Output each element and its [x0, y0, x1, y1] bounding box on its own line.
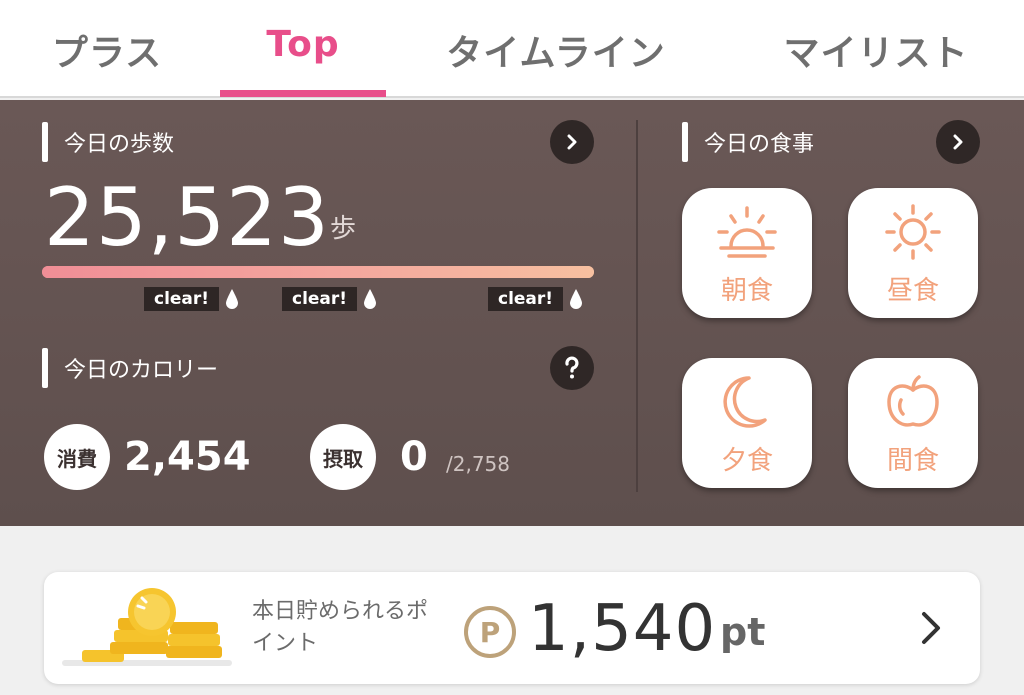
- intake-badge: 摂取: [310, 424, 376, 490]
- intake-value: 0: [400, 434, 428, 480]
- panel-divider: [636, 120, 638, 492]
- meal-lunch-button[interactable]: 昼食: [848, 188, 978, 318]
- calories-section-title: 今日のカロリー: [42, 348, 218, 388]
- calories-help-button[interactable]: [550, 346, 594, 390]
- chevron-right-icon: [953, 134, 963, 150]
- meals-section-title: 今日の食事: [682, 122, 814, 162]
- points-card[interactable]: 本日貯められるポイント P 1,540 pt: [44, 572, 980, 684]
- water-drop-icon: [226, 289, 239, 309]
- question-icon: [565, 356, 579, 379]
- steps-section-title: 今日の歩数: [42, 122, 174, 162]
- milestone-label: clear!: [144, 287, 220, 311]
- points-value: 1,540: [528, 592, 717, 666]
- burned-badge: 消費: [44, 424, 110, 490]
- chevron-right-icon: [567, 134, 577, 150]
- section-marker: [682, 122, 688, 162]
- moon-icon: [723, 376, 767, 428]
- steps-progress-bar: [42, 266, 594, 278]
- intake-target: /2,758: [446, 452, 510, 476]
- steps-title: 今日の歩数: [64, 132, 175, 157]
- chevron-right-icon: [922, 612, 940, 644]
- points-unit: pt: [720, 610, 766, 654]
- meals-title: 今日の食事: [704, 132, 815, 157]
- sun-icon: [885, 204, 941, 260]
- meal-label: 夕食: [720, 446, 773, 476]
- steps-detail-button[interactable]: [550, 120, 594, 164]
- point-symbol: P: [464, 606, 516, 658]
- meal-dinner-button[interactable]: 夕食: [682, 358, 812, 488]
- milestone-1: clear!: [144, 286, 239, 312]
- calories-title: 今日のカロリー: [64, 358, 219, 383]
- tab-top[interactable]: Top: [220, 24, 386, 76]
- meal-label: 間食: [886, 446, 939, 476]
- tab-timeline[interactable]: タイムライン: [418, 24, 694, 76]
- dashboard-panel: 今日の歩数 25,523 歩 clear! clear! clear! 今日のカ…: [0, 100, 1024, 526]
- milestone-label: clear!: [488, 287, 564, 311]
- points-label: 本日貯められるポイント: [252, 599, 429, 656]
- sunrise-icon: [717, 206, 777, 258]
- meal-label: 朝食: [720, 276, 773, 306]
- meal-snack-button[interactable]: 間食: [848, 358, 978, 488]
- meal-label: 昼食: [886, 276, 939, 306]
- steps-value: 25,523: [44, 171, 330, 264]
- milestone-3: clear!: [488, 286, 583, 312]
- milestone-2: clear!: [282, 286, 377, 312]
- tab-mylist[interactable]: マイリスト: [756, 24, 996, 76]
- meals-detail-button[interactable]: [936, 120, 980, 164]
- steps-progress-fill: [42, 266, 594, 278]
- section-marker: [42, 348, 48, 388]
- tab-plus[interactable]: プラス: [32, 24, 182, 76]
- water-drop-icon: [364, 289, 377, 309]
- section-marker: [42, 122, 48, 162]
- apple-icon: [887, 375, 939, 427]
- burned-value: 2,454: [124, 434, 251, 480]
- active-tab-indicator: [220, 90, 386, 97]
- milestone-label: clear!: [282, 287, 358, 311]
- water-drop-icon: [570, 289, 583, 309]
- coins-icon: [62, 588, 232, 666]
- steps-unit: 歩: [330, 214, 357, 244]
- tab-bar: プラス Top タイムライン マイリスト: [0, 0, 1024, 98]
- meal-breakfast-button[interactable]: 朝食: [682, 188, 812, 318]
